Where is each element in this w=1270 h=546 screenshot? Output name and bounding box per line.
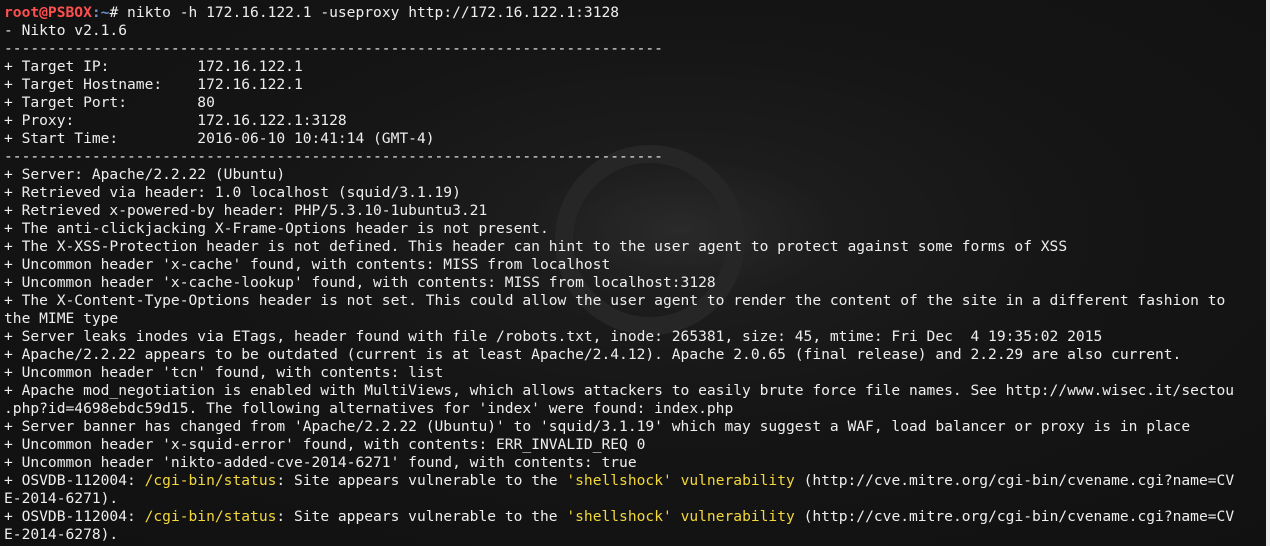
command-text: nikto -h 172.16.122.1 -useproxy http://1… <box>127 4 620 21</box>
osvdb-link: (http://cve.mitre.org/cgi-bin/cvename.cg… <box>794 508 1235 525</box>
osvdb-path: /cgi-bin/status <box>144 472 277 489</box>
osvdb-keyword: 'shellshock' vulnerability <box>566 508 795 525</box>
window-edge <box>1266 0 1270 546</box>
output-line: + Target IP: 172.16.122.1 <box>4 58 303 75</box>
prompt-path: :~ <box>91 4 110 21</box>
output-line: + Target Hostname: 172.16.122.1 <box>4 76 303 93</box>
output-line: + Apache/2.2.22 appears to be outdated (… <box>4 346 1182 363</box>
osvdb-line: + OSVDB-112004: /cgi-bin/status: Site ap… <box>4 472 1234 490</box>
osvdb-line-wrap: E-2014-6278). <box>4 526 119 543</box>
output-line: + Start Time: 2016-06-10 10:41:14 (GMT-4… <box>4 130 435 147</box>
output-line: + Retrieved via header: 1.0 localhost (s… <box>4 184 461 201</box>
output-line: + Server leaks inodes via ETags, header … <box>4 328 1103 345</box>
prompt-line: root@PSBOX:~# nikto -h 172.16.122.1 -use… <box>4 4 1234 22</box>
output-line: + Retrieved x-powered-by header: PHP/5.3… <box>4 202 488 219</box>
output-line: + Proxy: 172.16.122.1:3128 <box>4 112 347 129</box>
output-line: + Uncommon header 'x-cache' found, with … <box>4 256 611 273</box>
prompt-symbol: # <box>109 4 128 21</box>
osvdb-id: + OSVDB-112004: <box>4 508 145 525</box>
osvdb-path: /cgi-bin/status <box>144 508 277 525</box>
prompt-user-host: root@PSBOX <box>4 4 92 21</box>
output-line: + The X-Content-Type-Options header is n… <box>4 292 1226 309</box>
osvdb-line: + OSVDB-112004: /cgi-bin/status: Site ap… <box>4 508 1234 526</box>
output-line: - Nikto v2.1.6 <box>4 22 128 39</box>
output-line: the MIME type <box>4 310 119 327</box>
terminal-window[interactable]: root@PSBOX:~# nikto -h 172.16.122.1 -use… <box>0 0 1270 546</box>
terminal-output: root@PSBOX:~# nikto -h 172.16.122.1 -use… <box>4 4 1234 544</box>
output-line: + The anti-clickjacking X-Frame-Options … <box>4 220 549 237</box>
osvdb-id: + OSVDB-112004: <box>4 472 145 489</box>
output-line: + Server banner has changed from 'Apache… <box>4 418 1191 435</box>
osvdb-text: : Site appears vulnerable to the <box>276 508 567 525</box>
output-line: + Target Port: 80 <box>4 94 215 111</box>
osvdb-keyword: 'shellshock' vulnerability <box>566 472 795 489</box>
output-line: + The X-XSS-Protection header is not def… <box>4 238 1068 255</box>
separator-line: ----------------------------------------… <box>4 148 663 165</box>
output-line: + Uncommon header 'x-cache-lookup' found… <box>4 274 716 291</box>
osvdb-text: : Site appears vulnerable to the <box>276 472 567 489</box>
osvdb-link: (http://cve.mitre.org/cgi-bin/cvename.cg… <box>794 472 1235 489</box>
output-line: + Server: Apache/2.2.22 (Ubuntu) <box>4 166 286 183</box>
output-line: .php?id=4698ebdc59d15. The following alt… <box>4 400 734 417</box>
output-line: + Uncommon header 'tcn' found, with cont… <box>4 364 444 381</box>
output-line: + Apache mod_negotiation is enabled with… <box>4 382 1235 399</box>
output-line: + Uncommon header 'nikto-added-cve-2014-… <box>4 454 637 471</box>
output-line: + Uncommon header 'x-squid-error' found,… <box>4 436 646 453</box>
separator-line: ----------------------------------------… <box>4 40 663 57</box>
osvdb-line-wrap: E-2014-6271). <box>4 490 119 507</box>
